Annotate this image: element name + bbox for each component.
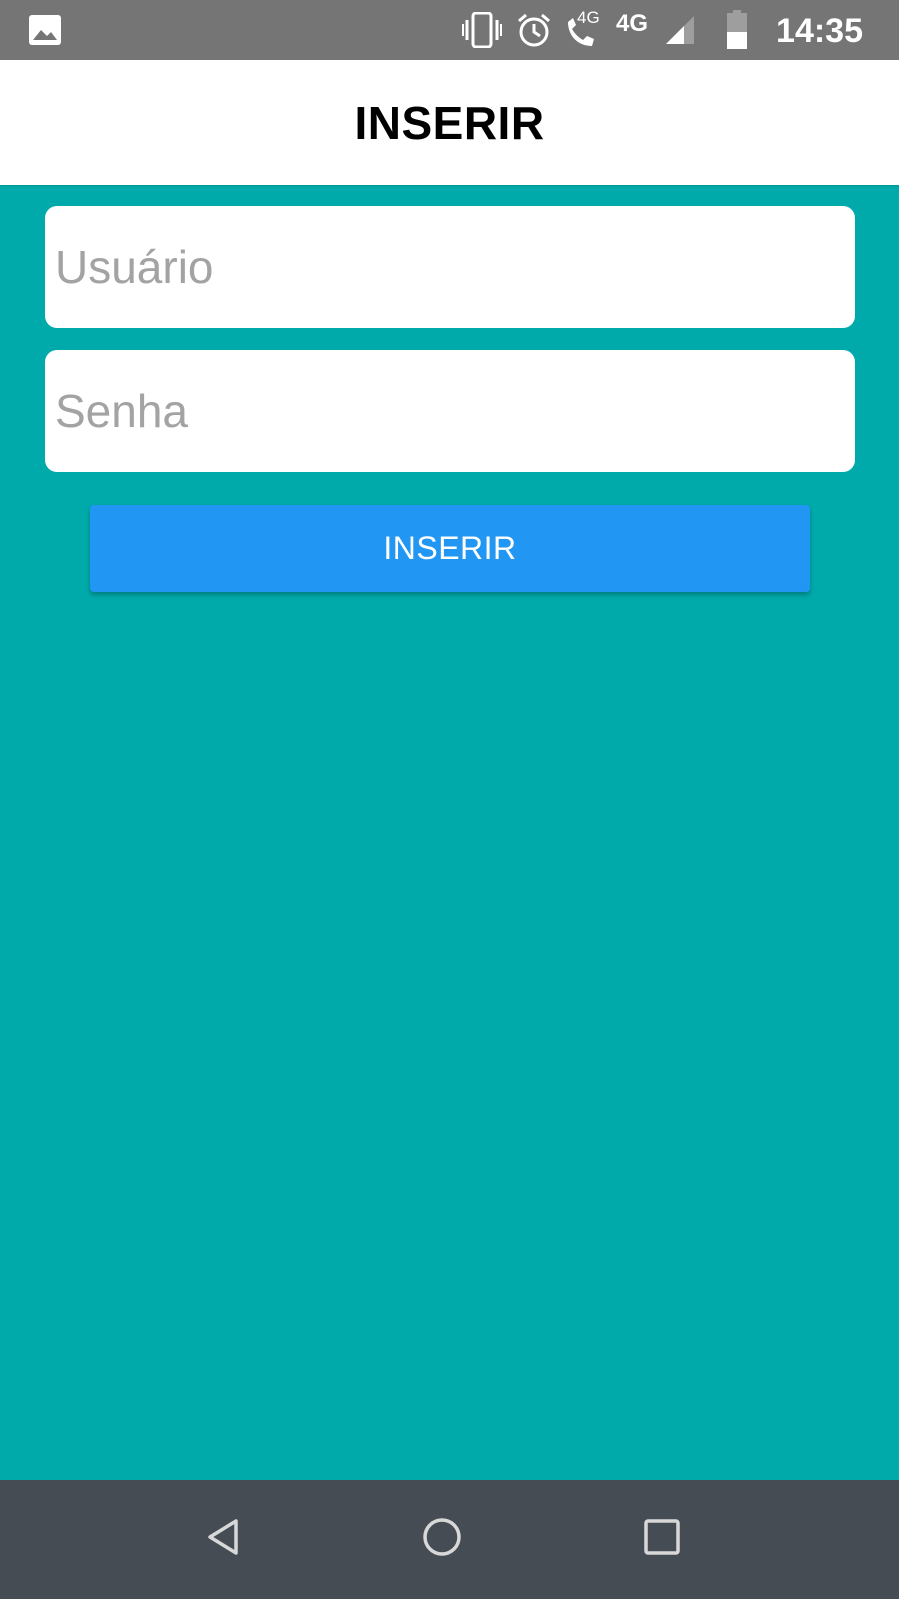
navigation-bar: [0, 1480, 899, 1599]
vibrate-icon: [462, 11, 502, 53]
page-title: INSERIR: [354, 96, 545, 149]
home-button[interactable]: [382, 1480, 502, 1599]
recents-button[interactable]: [602, 1480, 722, 1599]
network-type-label: 4G: [616, 10, 649, 37]
username-field[interactable]: [45, 206, 855, 328]
back-button[interactable]: [164, 1480, 284, 1599]
username-input[interactable]: [45, 206, 855, 328]
alarm-icon: [516, 12, 552, 53]
insert-button-label: INSERIR: [383, 530, 517, 566]
back-icon: [204, 1517, 244, 1562]
gallery-icon: [28, 14, 62, 51]
phone-4g-icon: 4G: [562, 8, 602, 55]
home-icon: [421, 1516, 463, 1563]
phone-4g-label: 4G: [577, 8, 600, 27]
form-area: INSERIR: [0, 185, 899, 1480]
signal-icon: [664, 14, 696, 51]
app-bar: INSERIR: [0, 60, 899, 185]
password-field[interactable]: [45, 350, 855, 472]
insert-button[interactable]: INSERIR: [90, 505, 810, 592]
status-bar: 4G 4G 14:35: [0, 0, 899, 60]
battery-icon: [726, 10, 748, 55]
clock: 14:35: [776, 12, 863, 50]
recents-icon: [643, 1518, 681, 1561]
password-input[interactable]: [45, 350, 855, 472]
